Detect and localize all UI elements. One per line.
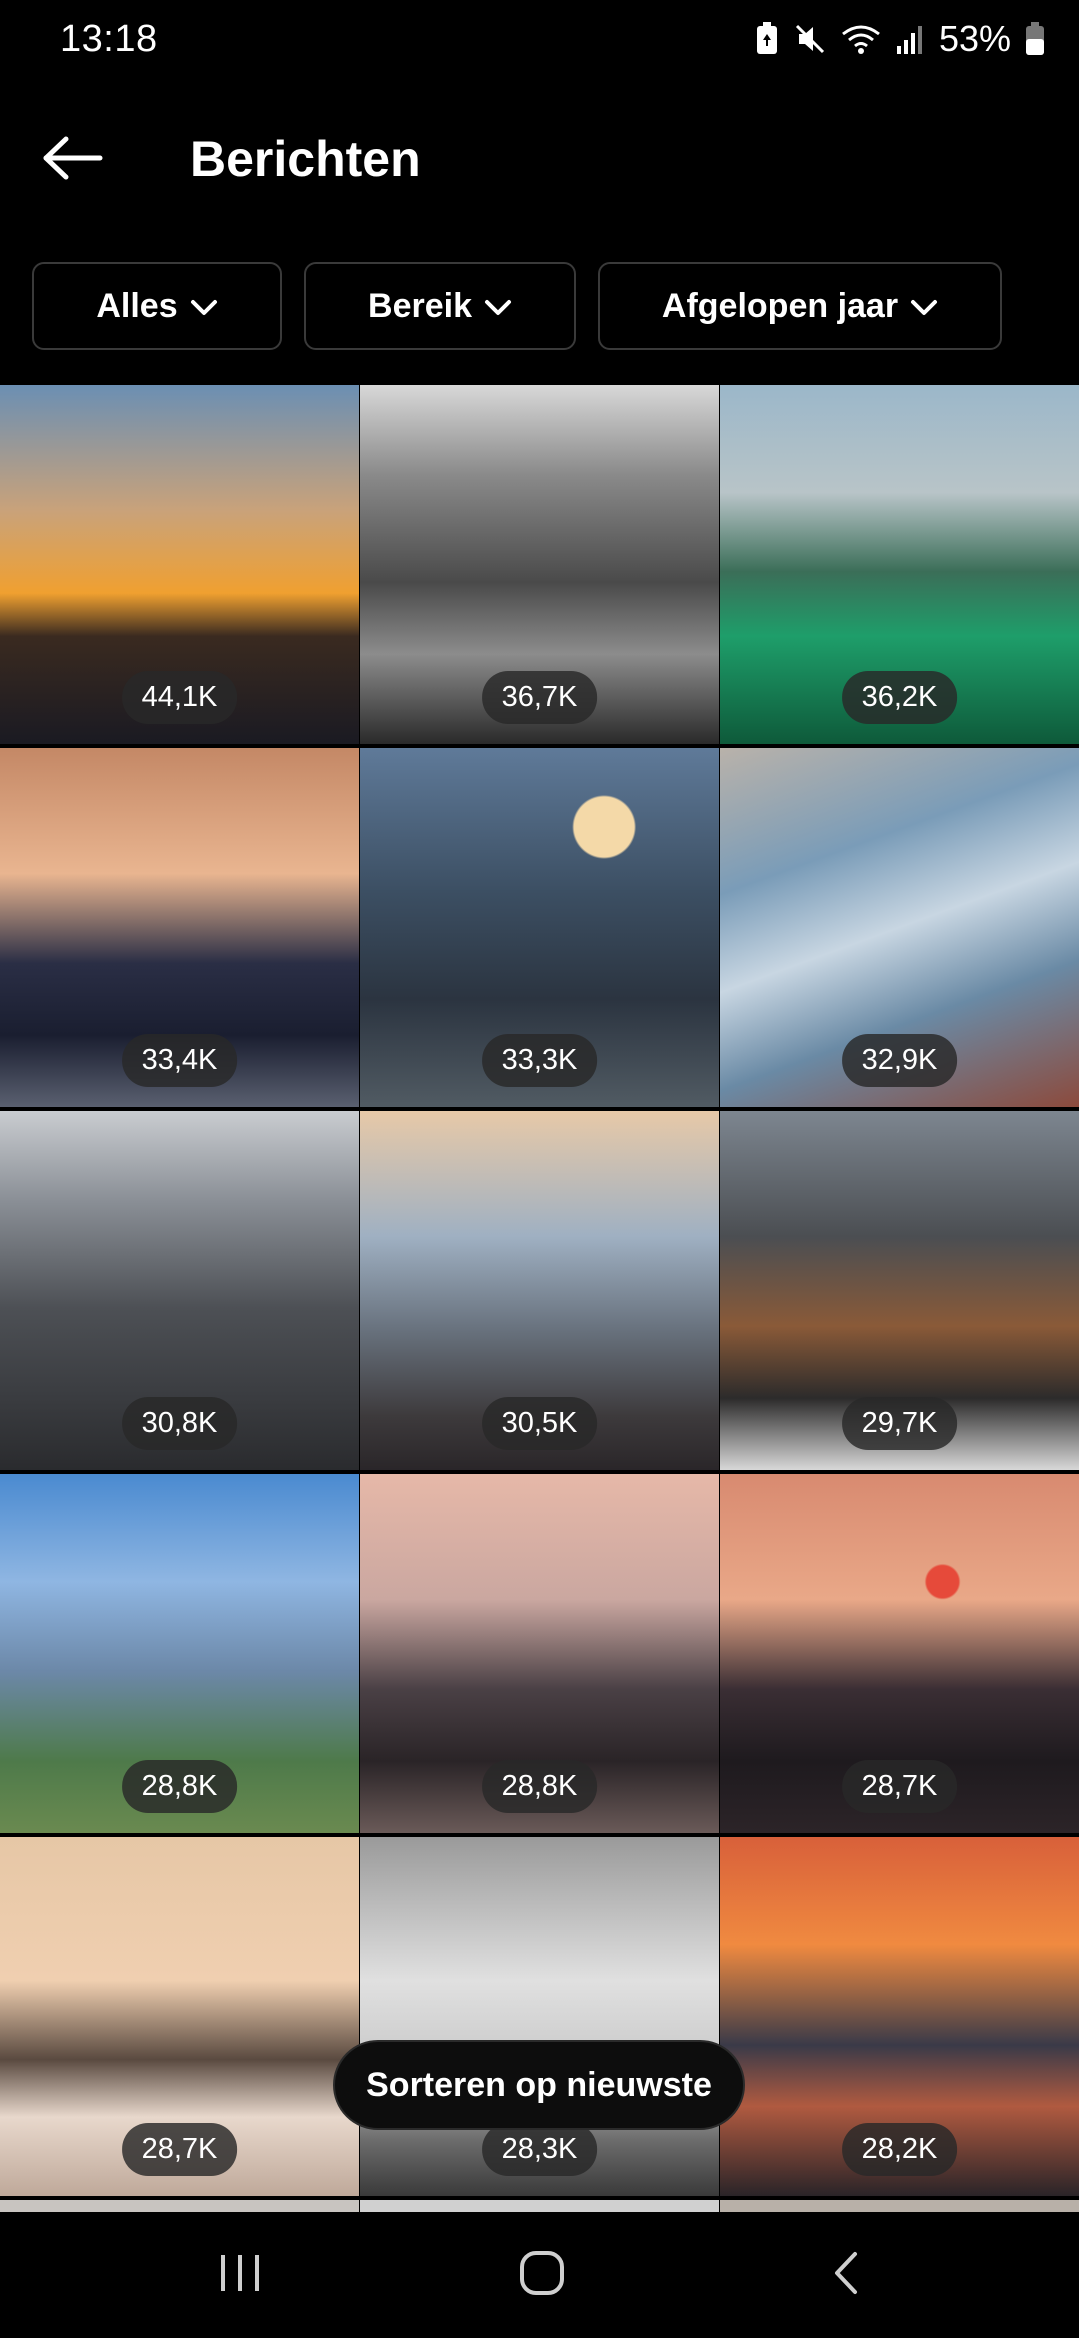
post-thumbnail	[0, 2200, 359, 2212]
chevron-down-icon	[484, 295, 512, 317]
post-tile[interactable]: 28,8K	[360, 1474, 719, 1833]
system-nav-bar	[0, 2212, 1079, 2338]
battery-icon	[1025, 22, 1045, 56]
wifi-icon	[841, 22, 881, 56]
battery-percent: 53%	[938, 18, 1011, 59]
reach-badge: 36,7K	[481, 671, 598, 724]
post-tile[interactable]: 28,7K	[0, 1837, 359, 2196]
chevron-down-icon	[910, 295, 938, 317]
post-tile[interactable]: 30,8K	[0, 1111, 359, 1470]
filter-label: Afgelopen jaar	[661, 286, 899, 325]
filter-label: Alles	[96, 286, 178, 325]
post-tile[interactable]: 33,3K	[360, 748, 719, 1107]
back-button[interactable]	[38, 128, 108, 192]
filter-label: Bereik	[368, 286, 472, 325]
post-tile[interactable]: 28,3K	[360, 1837, 719, 2196]
reach-badge: 33,3K	[481, 1034, 598, 1087]
reach-badge: 30,5K	[481, 1397, 598, 1450]
reach-badge: 33,4K	[121, 1034, 238, 1087]
post-tile[interactable]: 36,2K	[720, 385, 1079, 744]
filter-period[interactable]: Afgelopen jaar	[598, 262, 1002, 350]
post-tile[interactable]: 44,1K	[0, 385, 359, 744]
post-tile[interactable]: 29,7K	[720, 1111, 1079, 1470]
reach-badge: 44,1K	[121, 671, 238, 724]
reach-badge: 29,7K	[841, 1397, 958, 1450]
reach-badge: 32,9K	[841, 1034, 958, 1087]
reach-badge: 28,8K	[481, 1760, 598, 1813]
filter-reach[interactable]: Bereik	[304, 262, 576, 350]
post-tile[interactable]: 28,2K	[720, 1837, 1079, 2196]
post-tile[interactable]: 33,4K	[0, 748, 359, 1107]
recents-icon	[217, 2251, 263, 2300]
reach-badge: 28,7K	[121, 2123, 238, 2176]
post-thumbnail	[720, 2200, 1079, 2212]
reach-badge: 28,3K	[481, 2123, 598, 2176]
battery-saver-icon	[755, 22, 779, 56]
post-tile[interactable]: 30,5K	[360, 1111, 719, 1470]
status-icons: 53%	[755, 18, 1045, 60]
chevron-down-icon	[190, 295, 218, 317]
reach-badge: 28,8K	[121, 1760, 238, 1813]
next-row-peek	[0, 2200, 1079, 2212]
recents-button[interactable]	[170, 2212, 310, 2338]
post-thumbnail	[360, 2200, 719, 2212]
home-button[interactable]	[472, 2212, 612, 2338]
signal-icon	[895, 22, 925, 56]
sort-button[interactable]: Sorteren op nieuwste	[333, 2040, 745, 2130]
back-icon	[831, 2250, 861, 2301]
mute-icon	[793, 22, 827, 56]
filter-bar: Alles Bereik Afgelopen jaar	[32, 262, 1002, 350]
filter-all[interactable]: Alles	[32, 262, 282, 350]
header: Berichten	[0, 110, 1079, 210]
post-grid: 44,1K 36,7K 36,2K 33,4K 33,3K 32,9K 30,8…	[0, 385, 1079, 2196]
post-tile[interactable]: 36,7K	[360, 385, 719, 744]
arrow-left-icon	[42, 135, 104, 186]
home-icon	[517, 2248, 567, 2303]
status-bar: 13:18 53%	[0, 0, 1079, 90]
post-tile[interactable]: 28,8K	[0, 1474, 359, 1833]
page-title: Berichten	[190, 131, 421, 187]
reach-badge: 30,8K	[121, 1397, 238, 1450]
post-tile[interactable]: 32,9K	[720, 748, 1079, 1107]
reach-badge: 28,7K	[841, 1760, 958, 1813]
post-tile[interactable]: 28,7K	[720, 1474, 1079, 1833]
status-time: 13:18	[60, 18, 158, 60]
nav-back-button[interactable]	[776, 2212, 916, 2338]
reach-badge: 36,2K	[841, 671, 958, 724]
reach-badge: 28,2K	[841, 2123, 958, 2176]
